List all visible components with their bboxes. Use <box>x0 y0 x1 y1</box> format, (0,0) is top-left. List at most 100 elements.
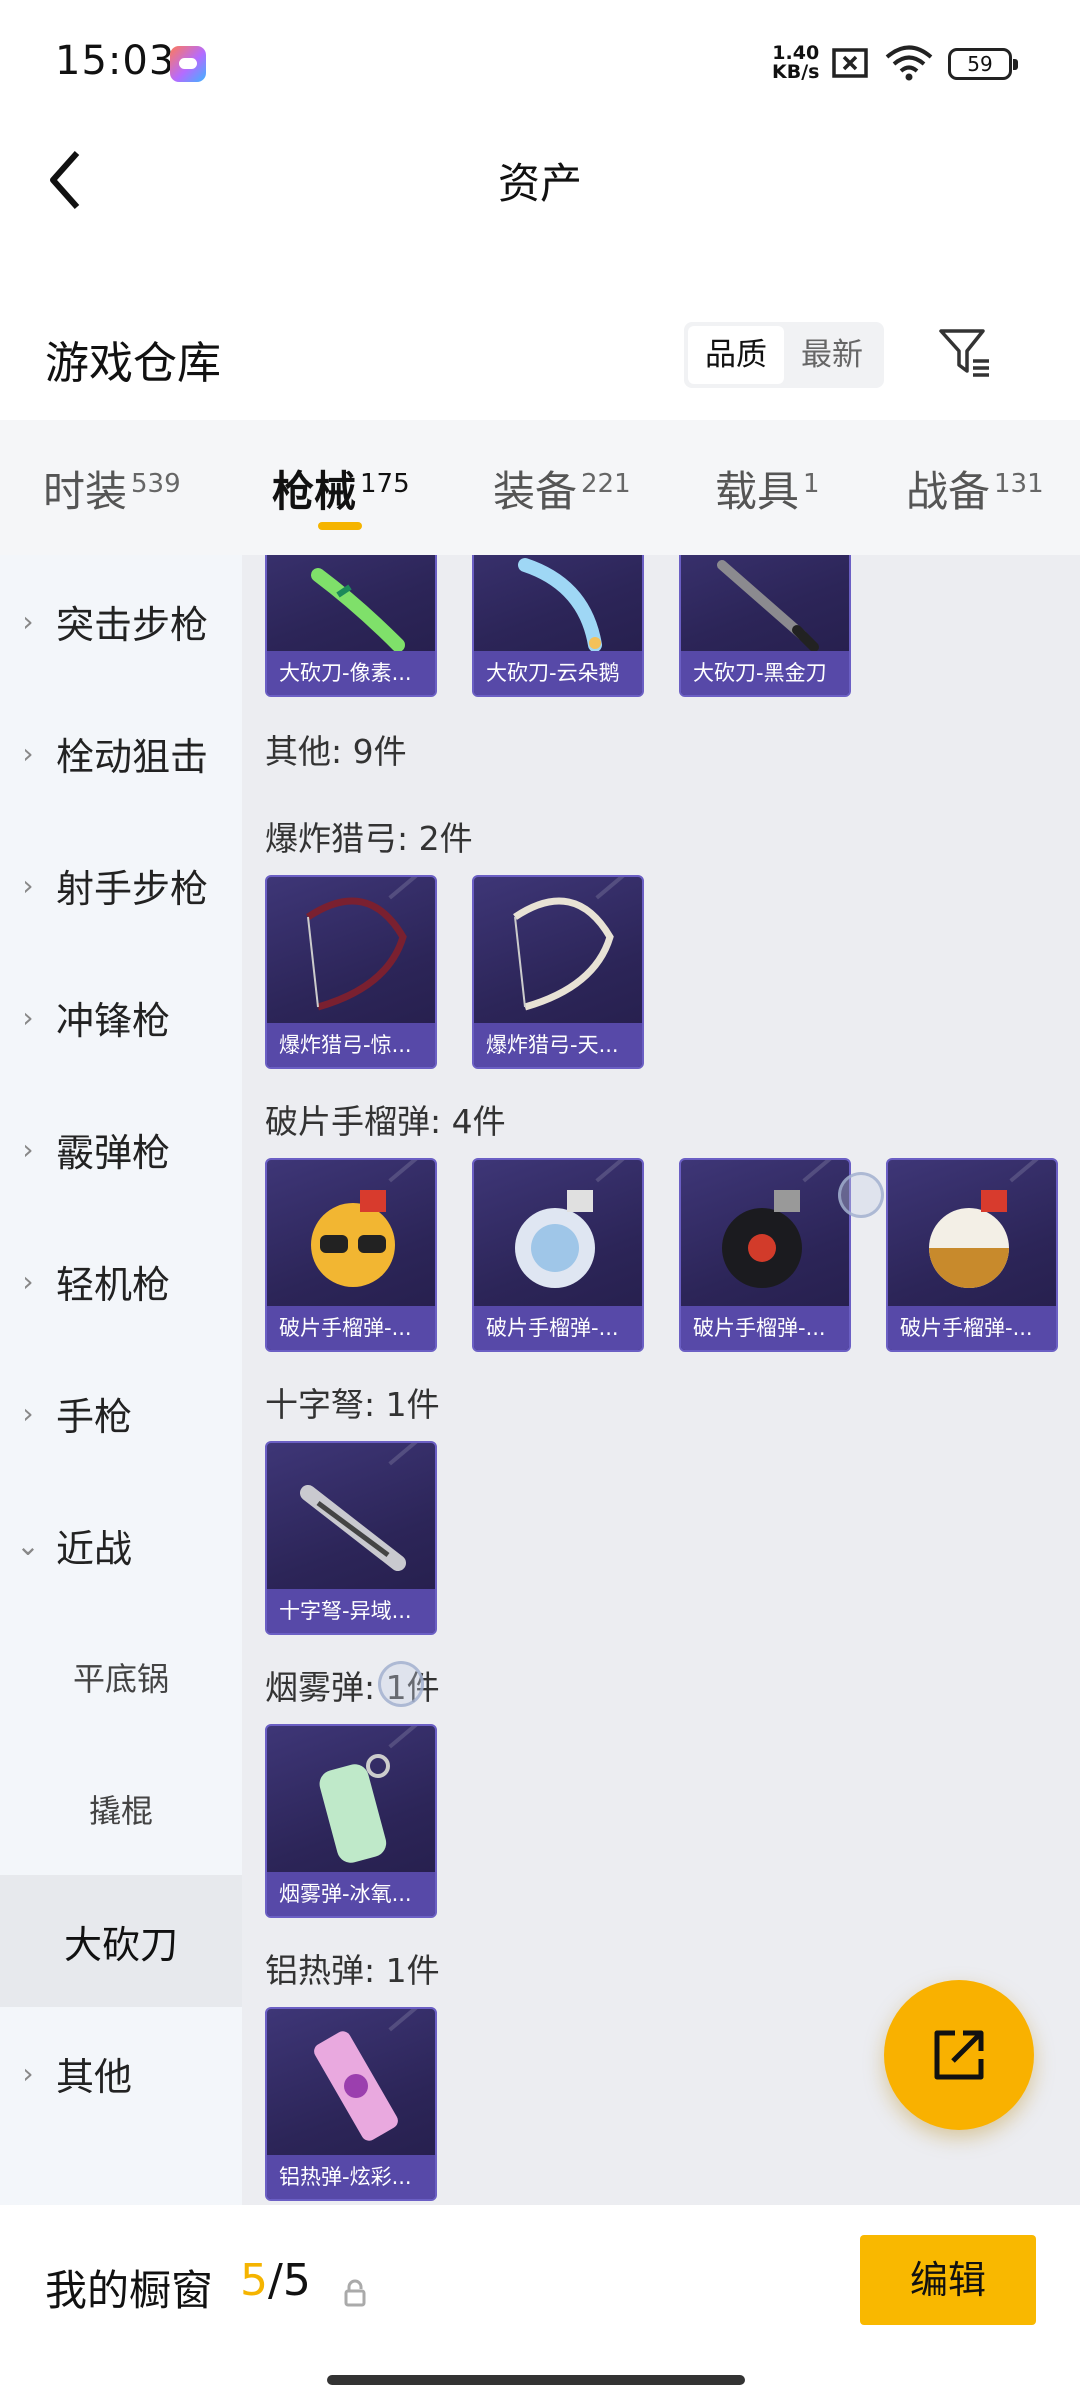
bow-image <box>267 877 435 1027</box>
sidebar-item-marksman-rifle[interactable]: › 射手步枪 <box>0 819 242 951</box>
item-card[interactable]: 大砍刀-云朵鹅 <box>472 555 644 697</box>
grenade-image <box>267 1160 435 1310</box>
category-tabs: 时装 539 枪械 175 装备 221 载具 1 战备 131 <box>0 420 1080 555</box>
machete-image <box>474 555 642 655</box>
item-card[interactable]: 十字弩-异域... <box>265 1441 437 1635</box>
group-label: 铝热弹: 1件 <box>265 1951 440 1990</box>
sidebar-item-label: 射手步枪 <box>56 866 209 911</box>
tab-label: 载具 <box>715 467 800 516</box>
sort-quality-option[interactable]: 品质 <box>688 326 784 384</box>
chevron-right-icon: › <box>22 2056 34 2090</box>
sidebar-subitem-machete[interactable]: 大砍刀 <box>0 1875 242 2007</box>
chevron-right-icon: › <box>22 1132 34 1166</box>
sidebar-item-pistol[interactable]: › 手枪 <box>0 1347 242 1479</box>
crossbow-image <box>267 1443 435 1593</box>
item-card-caption: 破片手榴弹-... <box>474 1306 642 1350</box>
showcase-label: 我的橱窗 <box>45 2266 214 2315</box>
item-card-caption: 爆炸猎弓-惊... <box>267 1023 435 1067</box>
item-card[interactable]: 大砍刀-像素... <box>265 555 437 697</box>
status-time: 15:03 <box>55 38 176 84</box>
sidebar-item-label: 栓动狙击 <box>56 734 209 779</box>
sidebar-item-assault-rifle[interactable]: › 突击步枪 <box>0 555 242 687</box>
tab-guns[interactable]: 枪械 175 <box>272 458 410 519</box>
item-card-caption: 铝热弹-炫彩... <box>267 2155 435 2199</box>
sidebar-item-label: 突击步枪 <box>56 602 209 647</box>
item-card[interactable]: 破片手榴弹-... <box>679 1158 851 1352</box>
sidebar-item-label: 近战 <box>56 1526 133 1571</box>
bow-image <box>474 877 642 1027</box>
tab-label: 战备 <box>906 467 991 516</box>
sim-off-icon <box>832 48 868 78</box>
status-icons <box>830 44 934 82</box>
active-tab-indicator <box>318 522 362 530</box>
sidebar-item-label: 手枪 <box>56 1394 133 1439</box>
game-app-icon <box>170 46 206 82</box>
network-speed: 1.40 KB/s <box>772 44 819 82</box>
item-card[interactable]: 破片手榴弹-... <box>472 1158 644 1352</box>
item-card[interactable]: 烟雾弹-冰氧... <box>265 1724 437 1918</box>
grenade-image <box>681 1160 849 1310</box>
chevron-right-icon: › <box>22 1264 34 1298</box>
sidebar-item-label: 霰弹枪 <box>56 1130 171 1175</box>
sidebar-item-lmg[interactable]: › 轻机枪 <box>0 1215 242 1347</box>
filter-button[interactable] <box>930 318 1000 388</box>
item-card-caption: 爆炸猎弓-天... <box>474 1023 642 1067</box>
tab-count: 131 <box>994 469 1044 499</box>
sidebar-subitem-frying-pan[interactable]: 平底锅 <box>0 1611 242 1743</box>
sort-toggle: 品质 最新 <box>684 322 884 388</box>
sidebar-item-shotgun[interactable]: › 霰弹枪 <box>0 1083 242 1215</box>
smoke-grenade-image <box>267 1726 435 1876</box>
group-label: 爆炸猎弓: 2件 <box>265 819 473 858</box>
chevron-right-icon: › <box>22 736 34 770</box>
item-card[interactable]: 大砍刀-黑金刀 <box>679 555 851 697</box>
tab-count: 1 <box>803 469 820 499</box>
item-card-caption: 大砍刀-云朵鹅 <box>474 651 642 695</box>
item-grid: 大砍刀-像素... 大砍刀-云朵鹅 大砍刀-黑金刀 其他: 9件 爆炸猎弓: 2… <box>242 555 1080 2205</box>
sidebar-item-label: 轻机枪 <box>56 1262 171 1307</box>
showcase-count: 5/5 <box>240 2255 311 2306</box>
group-label: 其他: 9件 <box>265 732 407 771</box>
sort-newest-option[interactable]: 最新 <box>784 326 880 384</box>
tab-label: 时装 <box>43 467 128 516</box>
tab-equipment[interactable]: 装备 221 <box>493 458 631 519</box>
tab-count: 221 <box>581 469 631 499</box>
sidebar-item-other[interactable]: › 其他 <box>0 2007 242 2139</box>
item-card[interactable]: 爆炸猎弓-惊... <box>265 875 437 1069</box>
group-label: 破片手榴弹: 4件 <box>265 1102 506 1141</box>
item-card-caption: 十字弩-异域... <box>267 1589 435 1633</box>
edit-button[interactable]: 编辑 <box>860 2235 1036 2325</box>
tab-fashion[interactable]: 时装 539 <box>43 458 181 519</box>
sidebar-item-bolt-sniper[interactable]: › 栓动狙击 <box>0 687 242 819</box>
page-title: 资产 <box>497 159 582 208</box>
chevron-right-icon: › <box>22 1000 34 1034</box>
chevron-right-icon: › <box>22 1396 34 1430</box>
tab-label: 枪械 <box>272 467 357 516</box>
network-speed-unit: KB/s <box>772 61 820 83</box>
home-indicator[interactable] <box>327 2375 745 2385</box>
weapon-type-sidebar: › 突击步枪 › 栓动狙击 › 射手步枪 › 冲锋枪 › 霰弹枪 › 轻机枪 › 手枪 ⌄ 近战… <box>0 555 242 2205</box>
filter-icon <box>939 329 989 377</box>
sidebar-subitem-crowbar[interactable]: 撬棍 <box>0 1743 242 1875</box>
tab-tactical[interactable]: 战备 131 <box>906 458 1044 519</box>
sidebar-item-smg[interactable]: › 冲锋枪 <box>0 951 242 1083</box>
item-card[interactable]: 破片手榴弹-... <box>886 1158 1058 1352</box>
showcase-bar: 我的橱窗 5/5 编辑 <box>0 2205 1080 2400</box>
showcase-total: /5 <box>268 2255 311 2306</box>
item-card-caption: 大砍刀-黑金刀 <box>681 651 849 695</box>
tab-vehicles[interactable]: 载具 1 <box>715 458 820 519</box>
chevron-right-icon: › <box>22 604 34 638</box>
item-card-caption: 烟雾弹-冰氧... <box>267 1872 435 1916</box>
showcase-current: 5 <box>240 2255 268 2306</box>
tab-count: 175 <box>360 469 410 499</box>
item-card[interactable]: 爆炸猎弓-天... <box>472 875 644 1069</box>
lock-icon <box>344 2279 366 2307</box>
wifi-icon <box>885 45 933 81</box>
share-fab[interactable] <box>884 1980 1034 2130</box>
touch-indicator <box>378 1661 424 1707</box>
sidebar-item-melee[interactable]: ⌄ 近战 <box>0 1479 242 1611</box>
item-card-caption: 破片手榴弹-... <box>888 1306 1056 1350</box>
item-card-caption: 大砍刀-像素... <box>267 651 435 695</box>
touch-indicator <box>838 1172 884 1218</box>
item-card[interactable]: 铝热弹-炫彩... <box>265 2007 437 2201</box>
item-card[interactable]: 破片手榴弹-... <box>265 1158 437 1352</box>
